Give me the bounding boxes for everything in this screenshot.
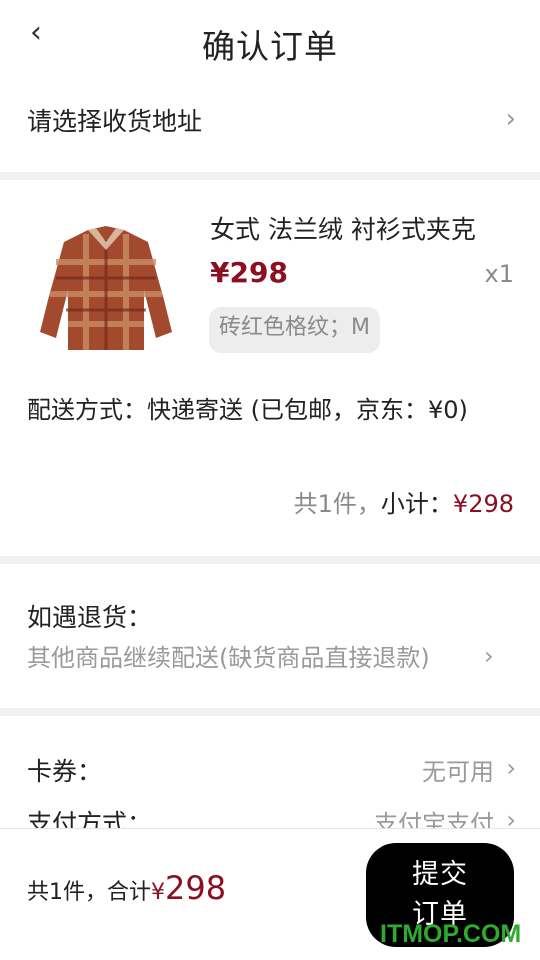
chevron-right-icon: › xyxy=(506,754,516,782)
payment-method-value: 支付宝支付 xyxy=(374,810,494,828)
product-name: 女式 法兰绒 衬衫式夹克 xyxy=(210,215,476,244)
item-count: 共1件， xyxy=(293,490,381,518)
chevron-right-icon: › xyxy=(484,642,494,670)
chevron-right-icon: › xyxy=(506,806,516,828)
chevron-right-icon: › xyxy=(505,104,516,134)
section-divider xyxy=(0,556,540,564)
payment-method-label: 支付方式： xyxy=(27,809,153,828)
subtotal-amount: ¥298 xyxy=(452,490,514,518)
subtotal-label: 小计： xyxy=(380,490,453,518)
return-policy-label: 如遇退货： xyxy=(27,603,153,632)
product-quantity: x1 xyxy=(484,260,514,288)
return-policy-value: 其他商品继续配送(缺货商品直接退款) xyxy=(27,644,430,672)
product-image[interactable] xyxy=(36,220,176,360)
address-placeholder: 请选择收货地址 xyxy=(27,107,203,136)
header-bar: ‹ 确认订单 xyxy=(0,0,540,88)
page-title: 确认订单 xyxy=(202,27,338,66)
order-total: 共1件，合计¥298 xyxy=(27,869,226,907)
section-divider xyxy=(0,708,540,716)
total-amount: 298 xyxy=(165,869,227,907)
order-subtotal: 共1件，小计：¥298 xyxy=(294,484,514,519)
address-selector[interactable]: 请选择收货地址 › xyxy=(0,88,540,172)
return-policy-row[interactable]: 如遇退货： 其他商品继续配送(缺货商品直接退款) › xyxy=(0,564,540,708)
coupon-payment-section: 卡券： 无可用 › 支付方式： 支付宝支付 › xyxy=(0,716,540,828)
product-card: 女式 法兰绒 衬衫式夹克 ¥298 x1 砖红色格纹；M 配送方式：快递寄送 (… xyxy=(0,180,540,556)
site-watermark: ITMOP.COM xyxy=(380,920,522,948)
product-price: ¥298 xyxy=(210,256,288,289)
submit-label-line1: 提交 xyxy=(412,859,468,890)
total-currency: ¥ xyxy=(151,880,165,905)
shipping-method: 配送方式：快递寄送 (已包邮，京东：¥0) xyxy=(27,396,468,424)
section-divider xyxy=(0,172,540,180)
product-spec-tag: 砖红色格纹；M xyxy=(209,307,380,353)
coupon-value: 无可用 xyxy=(422,758,494,786)
total-prefix: 共1件，合计 xyxy=(27,880,151,905)
coupon-label: 卡券： xyxy=(27,757,103,786)
